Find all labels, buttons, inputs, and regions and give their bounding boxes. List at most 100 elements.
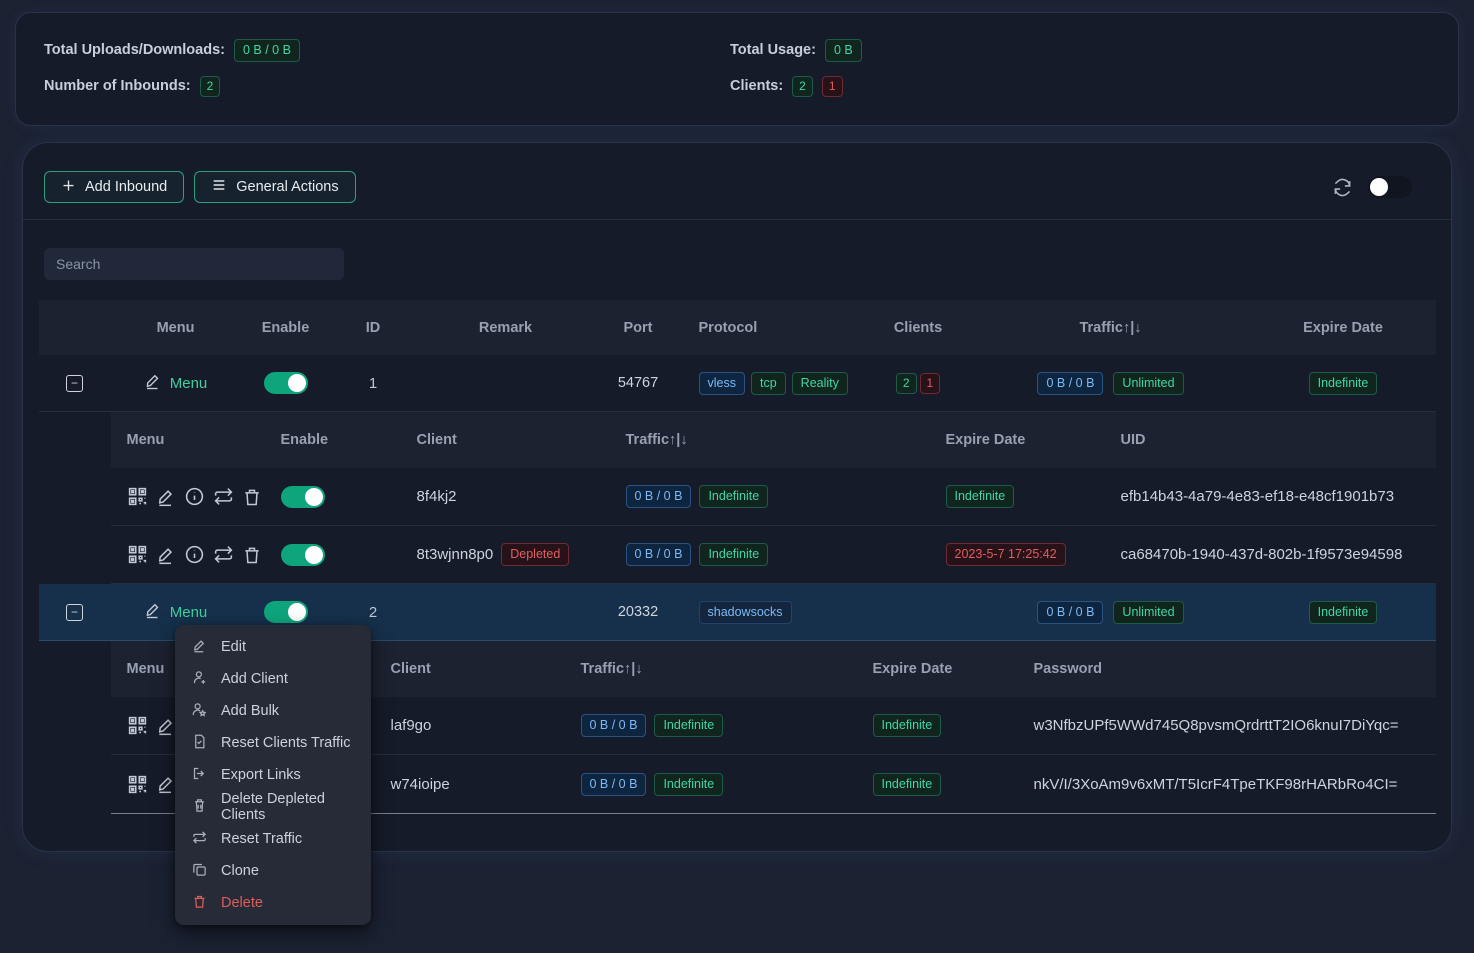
edit-icon — [192, 638, 207, 657]
sub-header-traffic[interactable]: Traffic↑|↓ — [551, 661, 841, 677]
traffic-badge: 0 B / 0 B — [1037, 372, 1103, 395]
delete-icon[interactable] — [242, 487, 262, 507]
header-menu: Menu — [111, 320, 241, 336]
sub-header-client: Client — [366, 661, 551, 677]
header-port: Port — [596, 320, 681, 336]
context-menu-clone[interactable]: Clone — [175, 855, 371, 887]
traffic-badge: 0 B / 0 B — [581, 714, 647, 737]
stat-label: Total Uploads/Downloads: — [44, 42, 225, 58]
edit-icon[interactable] — [156, 545, 176, 565]
client-actions — [111, 544, 281, 565]
client-enable-toggle[interactable] — [281, 486, 325, 508]
reset-traffic-icon[interactable] — [213, 544, 234, 565]
client-uid: efb14b43-4a79-4e83-ef18-e48cf1901b73 — [1111, 488, 1436, 505]
edit-icon — [144, 601, 162, 623]
toggle-knob — [288, 374, 306, 392]
qr-code-icon[interactable] — [127, 715, 148, 736]
expire-badge: Indefinite — [946, 485, 1015, 508]
qr-code-icon[interactable] — [127, 486, 148, 507]
context-menu-edit[interactable]: Edit — [175, 631, 371, 663]
client-actions — [111, 486, 281, 507]
search-input[interactable] — [44, 248, 344, 280]
info-icon[interactable] — [184, 544, 205, 565]
add-inbound-button[interactable]: Add Inbound — [44, 171, 184, 203]
client-enable-toggle[interactable] — [281, 544, 325, 566]
protocol-tags: vless tcp Reality — [681, 372, 866, 395]
edit-icon[interactable] — [156, 716, 176, 736]
stat-value-badge: 0 B / 0 B — [234, 39, 300, 62]
refresh-icon[interactable] — [1333, 178, 1352, 197]
add-inbound-label: Add Inbound — [85, 179, 167, 195]
general-actions-button[interactable]: General Actions — [194, 171, 355, 203]
expire-badge: 2023-5-7 17:25:42 — [946, 543, 1066, 566]
info-icon[interactable] — [184, 486, 205, 507]
clients-depleted-badge: 1 — [920, 373, 941, 394]
hamburger-icon — [211, 177, 227, 197]
sub-header-expire: Expire Date — [841, 661, 1031, 677]
stats-card: Total Uploads/Downloads: 0 B / 0 B Numbe… — [15, 12, 1459, 126]
menu-item-label: Clone — [221, 863, 259, 879]
expire-cell: Indefinite — [1251, 601, 1436, 624]
collapse-icon[interactable] — [66, 604, 83, 621]
expire-cell: Indefinite — [1251, 372, 1436, 395]
context-menu-reset-clients-traffic[interactable]: Reset Clients Traffic — [175, 727, 371, 759]
collapse-icon[interactable] — [66, 375, 83, 392]
toggle-knob — [288, 603, 306, 621]
inbound-id: 2 — [331, 604, 416, 621]
inbound-menu-button[interactable]: Menu — [144, 372, 208, 394]
inbound-menu-button[interactable]: Menu — [144, 601, 208, 623]
theme-toggle[interactable] — [1368, 176, 1412, 198]
client-expire-cell: Indefinite — [841, 714, 1031, 737]
client-password: w3NfbzUPf5WWd745Q8pvsmQrdrttT2IO6knuI7Di… — [1031, 717, 1436, 734]
context-menu-export-links[interactable]: Export Links — [175, 759, 371, 791]
sub-header-traffic[interactable]: Traffic↑|↓ — [561, 432, 851, 448]
sub-header-password: Password — [1031, 661, 1436, 677]
stats-right-column: Total Usage: 0 B Clients: 2 1 — [730, 37, 862, 101]
traffic-limit-badge: Indefinite — [699, 543, 768, 566]
plus-icon — [61, 178, 76, 197]
export-icon — [192, 766, 207, 785]
user-plus-icon — [192, 670, 207, 689]
inbound-1-clients-table: Menu Enable Client Traffic↑|↓ Expire Dat… — [111, 412, 1436, 584]
inbound-context-menu: Edit Add Client Add Bulk Reset Clients T… — [175, 625, 371, 925]
expire-badge: Indefinite — [873, 773, 942, 796]
client-traffic-cell: 0 B / 0 B Indefinite — [561, 543, 851, 566]
file-reset-icon — [192, 734, 207, 753]
stats-left-column: Total Uploads/Downloads: 0 B / 0 B Numbe… — [44, 37, 730, 101]
users-icon — [192, 702, 207, 721]
protocol-tag: shadowsocks — [699, 601, 792, 624]
context-menu-delete[interactable]: Delete — [175, 887, 371, 919]
context-menu-add-bulk[interactable]: Add Bulk — [175, 695, 371, 727]
search-section — [23, 220, 1451, 300]
enable-toggle[interactable] — [264, 601, 308, 623]
qr-code-icon[interactable] — [127, 774, 148, 795]
toggle-knob — [305, 488, 323, 506]
delete-icon[interactable] — [242, 545, 262, 565]
edit-icon[interactable] — [156, 774, 176, 794]
menu-item-label: Reset Traffic — [221, 831, 302, 847]
context-menu-reset-traffic[interactable]: Reset Traffic — [175, 823, 371, 855]
enable-toggle[interactable] — [264, 372, 308, 394]
edit-icon[interactable] — [156, 487, 176, 507]
protocol-tag: tcp — [751, 372, 786, 395]
sub-header-enable: Enable — [281, 432, 381, 448]
qr-code-icon[interactable] — [127, 544, 148, 565]
header-traffic[interactable]: Traffic↑|↓ — [971, 320, 1251, 336]
menu-item-label: Add Client — [221, 671, 288, 687]
header-protocol: Protocol — [681, 320, 866, 336]
client-name: 8f4kj2 — [381, 488, 561, 505]
context-menu-delete-depleted-clients[interactable]: Delete Depleted Clients — [175, 791, 371, 823]
sub-header-uid: UID — [1111, 432, 1436, 448]
protocol-tags: shadowsocks — [681, 601, 866, 624]
traffic-limit-badge: Unlimited — [1113, 372, 1183, 395]
stat-label: Number of Inbounds: — [44, 78, 191, 94]
client-name: 8t3wjnn8p0 — [417, 546, 494, 563]
stat-clients: Clients: 2 1 — [730, 73, 862, 99]
client-name: w74ioipe — [366, 776, 551, 793]
traffic-cell: 0 B / 0 B Unlimited — [971, 372, 1251, 395]
reset-traffic-icon[interactable] — [213, 486, 234, 507]
header-remark: Remark — [416, 320, 596, 336]
context-menu-add-client[interactable]: Add Client — [175, 663, 371, 695]
sub-table-header-row: Menu Enable Client Traffic↑|↓ Expire Dat… — [111, 412, 1436, 468]
client-row: 8f4kj2 0 B / 0 B Indefinite Indefinite e… — [111, 468, 1436, 526]
